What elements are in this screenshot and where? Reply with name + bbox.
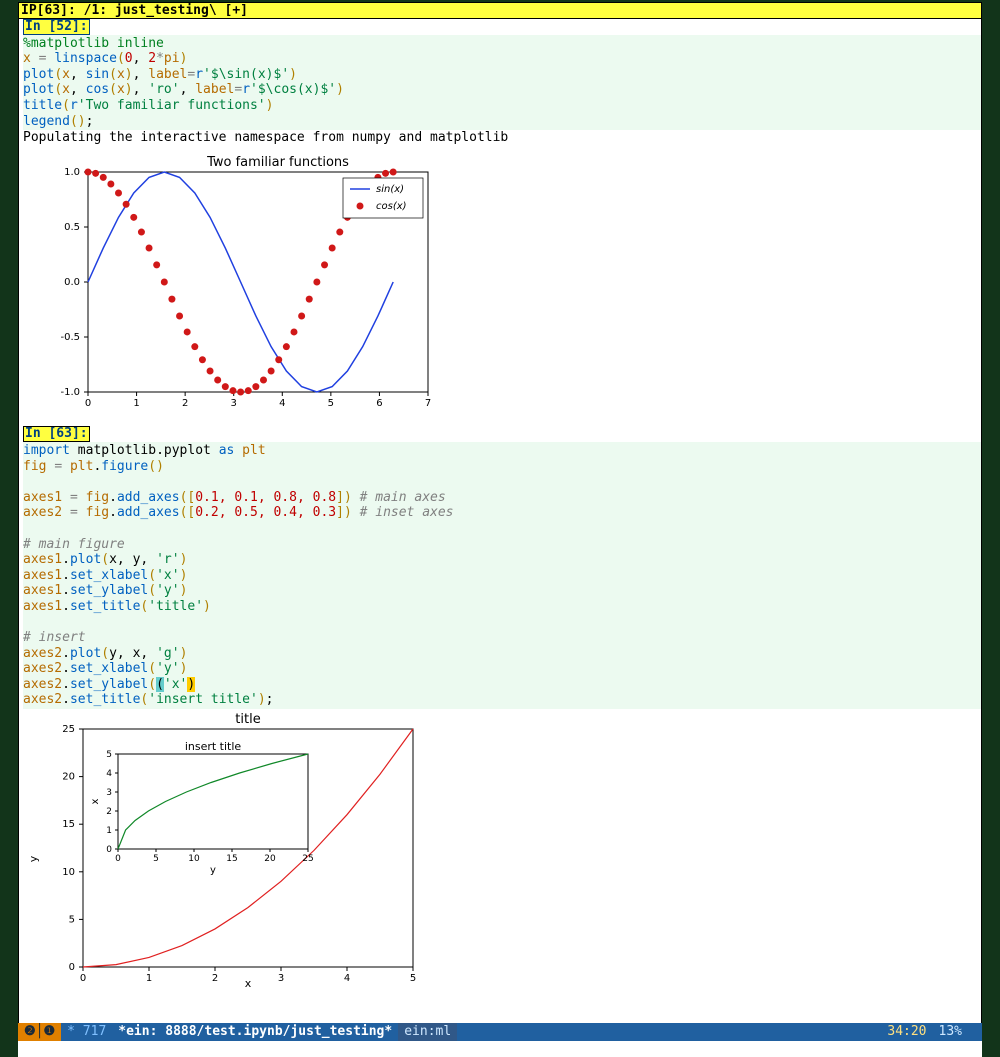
svg-text:title: title xyxy=(235,712,260,727)
svg-text:2: 2 xyxy=(212,973,218,984)
svg-text:3: 3 xyxy=(106,788,112,798)
svg-text:insert title: insert title xyxy=(185,740,242,753)
svg-text:6: 6 xyxy=(376,398,382,409)
svg-text:10: 10 xyxy=(62,867,75,878)
svg-text:5: 5 xyxy=(153,854,159,864)
svg-text:0.5: 0.5 xyxy=(64,222,80,233)
window-indicator: ❷│❶ xyxy=(18,1023,61,1041)
svg-text:0.0: 0.0 xyxy=(64,277,80,288)
cursor-primary: ) xyxy=(187,677,195,692)
svg-text:20: 20 xyxy=(62,772,75,783)
buffer-name[interactable]: *ein: 8888/test.ipynb/just_testing* xyxy=(112,1023,398,1041)
svg-text:4: 4 xyxy=(279,398,285,409)
svg-text:25: 25 xyxy=(62,724,75,735)
svg-text:1.0: 1.0 xyxy=(64,167,80,178)
input-prompt-52: In [52]: xyxy=(23,19,981,35)
svg-text:7: 7 xyxy=(425,398,431,409)
svg-text:0: 0 xyxy=(69,962,75,973)
svg-text:0: 0 xyxy=(85,398,91,409)
svg-text:cos(x): cos(x) xyxy=(376,201,407,212)
svg-text:2: 2 xyxy=(182,398,188,409)
input-prompt-63: In [63]: xyxy=(23,426,981,442)
svg-text:sin(x): sin(x) xyxy=(376,184,404,195)
svg-text:Two familiar functions: Two familiar functions xyxy=(206,155,349,170)
svg-text:3: 3 xyxy=(278,973,284,984)
notebook-content[interactable]: In [52]: %matplotlib inline x = linspace… xyxy=(19,19,981,1026)
svg-text:15: 15 xyxy=(226,854,237,864)
svg-text:2: 2 xyxy=(106,807,112,817)
svg-text:0: 0 xyxy=(80,973,86,984)
svg-text:3: 3 xyxy=(231,398,237,409)
svg-text:4: 4 xyxy=(344,973,350,984)
svg-text:5: 5 xyxy=(328,398,334,409)
code-cell-52[interactable]: %matplotlib inline x = linspace(0, 2*pi)… xyxy=(23,35,981,131)
stdout-cell-52: Populating the interactive namespace fro… xyxy=(23,130,981,146)
editor-window: IP[63]: /1: just_testing\ [+] In [52]: %… xyxy=(18,2,982,1027)
plot-output-63: title 0123450510152025 insert title05101… xyxy=(23,709,981,994)
svg-text:0: 0 xyxy=(106,845,112,855)
cursor-position: 34:20 xyxy=(881,1023,932,1041)
svg-text:1: 1 xyxy=(146,973,152,984)
cursor-secondary: ( xyxy=(156,677,164,692)
svg-text:1: 1 xyxy=(133,398,139,409)
code-cell-63[interactable]: import matplotlib.pyplot as plt fig = pl… xyxy=(23,442,981,709)
tab-bar[interactable]: IP[63]: /1: just_testing\ [+] xyxy=(19,3,981,19)
svg-text:0: 0 xyxy=(115,854,121,864)
svg-text:y: y xyxy=(27,855,40,862)
chart-title-with-inset: title 0123450510152025 insert title05101… xyxy=(23,709,423,989)
svg-text:20: 20 xyxy=(264,854,276,864)
scroll-percent: 13% xyxy=(933,1023,968,1041)
svg-text:x: x xyxy=(90,798,101,804)
svg-text:5: 5 xyxy=(69,914,75,925)
minibuffer[interactable] xyxy=(18,1041,982,1057)
svg-text:-0.5: -0.5 xyxy=(60,332,80,343)
svg-text:x: x xyxy=(245,977,252,989)
svg-text:-1.0: -1.0 xyxy=(60,387,80,398)
svg-text:1: 1 xyxy=(106,826,112,836)
svg-text:4: 4 xyxy=(106,769,112,779)
svg-text:5: 5 xyxy=(106,750,112,760)
chart-two-familiar-functions: Two familiar functions 0 1 2 3 4 5 6 7 -1.0 -0.5 0… xyxy=(33,152,433,412)
svg-text:25: 25 xyxy=(302,854,313,864)
plot-output-52: Two familiar functions 0 1 2 3 4 5 6 7 -1.0 -0.5 0… xyxy=(33,152,981,417)
modified-indicator: * 717 xyxy=(61,1023,112,1041)
svg-text:5: 5 xyxy=(410,973,416,984)
svg-text:y: y xyxy=(210,865,216,876)
svg-text:15: 15 xyxy=(62,819,75,830)
mode-line: ❷│❶ * 717 *ein: 8888/test.ipynb/just_tes… xyxy=(18,1023,982,1041)
svg-text:10: 10 xyxy=(188,854,200,864)
major-mode[interactable]: ein:ml xyxy=(398,1023,457,1041)
